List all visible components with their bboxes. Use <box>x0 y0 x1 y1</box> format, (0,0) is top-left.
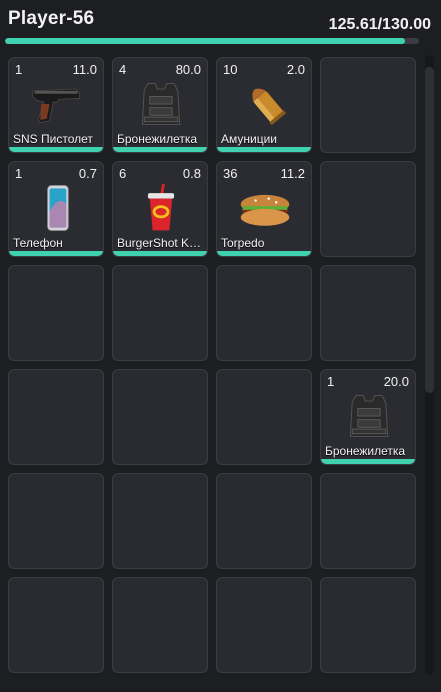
scrollbar-thumb[interactable] <box>425 67 434 393</box>
item-label: BurgerShot K… <box>117 236 202 250</box>
inventory-slot-empty[interactable] <box>216 265 312 361</box>
item-label: SNS Пистолет <box>13 132 93 146</box>
item-label: Телефон <box>13 236 63 250</box>
inventory-slot-empty[interactable] <box>112 369 208 465</box>
item-weight: 80.0 <box>175 62 201 77</box>
item-weight: 11.2 <box>280 166 305 181</box>
sandwich-icon <box>237 182 293 234</box>
inventory-slot-item[interactable]: 10 2.0 Амуниции <box>216 57 312 153</box>
item-count: 36 <box>223 166 238 181</box>
item-durability-bar <box>113 251 207 256</box>
inventory-slot-empty[interactable] <box>320 577 416 673</box>
item-count: 6 <box>119 166 127 181</box>
phone-icon <box>29 182 85 234</box>
player-name: Player-56 <box>8 8 95 29</box>
inventory-grid: 1 11.0 SNS Пистолет 4 80.0 Бронежилетка 10 2.0 А… <box>8 57 416 673</box>
item-count: 1 <box>15 166 23 181</box>
inventory-slot-empty[interactable] <box>216 577 312 673</box>
item-label: Амуниции <box>221 132 277 146</box>
inventory-slot-item[interactable]: 1 11.0 SNS Пистолет <box>8 57 104 153</box>
scrollbar[interactable] <box>425 55 434 675</box>
inventory-slot-empty[interactable] <box>112 473 208 569</box>
item-label: Torpedo <box>221 236 265 250</box>
inventory-slot-empty[interactable] <box>8 473 104 569</box>
inventory-panel: Player-56 125.61/130.00 1 11.0 SNS Пистоле… <box>0 0 441 692</box>
inventory-slot-empty[interactable] <box>320 265 416 361</box>
item-durability-bar <box>9 251 103 256</box>
inventory-header: Player-56 125.61/130.00 <box>0 0 441 50</box>
inventory-slot-empty[interactable] <box>8 577 104 673</box>
drink-cup-icon <box>133 182 189 234</box>
item-durability-bar <box>9 147 103 152</box>
item-weight: 2.0 <box>286 62 305 77</box>
inventory-slot-empty[interactable] <box>8 265 104 361</box>
item-durability-bar <box>217 251 311 256</box>
item-durability-bar <box>321 459 415 464</box>
inventory-slot-item[interactable]: 1 0.7 Телефон <box>8 161 104 257</box>
inventory-slot-item[interactable]: 4 80.0 Бронежилетка <box>112 57 208 153</box>
inventory-slot-empty[interactable] <box>320 161 416 257</box>
inventory-slot-empty[interactable] <box>216 369 312 465</box>
item-durability-bar <box>113 147 207 152</box>
item-count: 1 <box>15 62 23 77</box>
weight-bar-fill <box>5 38 405 44</box>
pistol-icon <box>29 78 85 130</box>
item-label: Бронежилетка <box>117 132 198 146</box>
inventory-slot-empty[interactable] <box>112 577 208 673</box>
inventory-slot-item[interactable]: 36 11.2 Torpedo <box>216 161 312 257</box>
inventory-slot-empty[interactable] <box>320 57 416 153</box>
inventory-slot-item[interactable]: 1 20.0 Бронежилетка <box>320 369 416 465</box>
item-label: Бронежилетка <box>325 444 406 458</box>
item-weight: 20.0 <box>383 374 409 389</box>
inventory-slot-empty[interactable] <box>8 369 104 465</box>
body-armor-icon <box>341 390 397 442</box>
item-weight: 0.7 <box>78 166 97 181</box>
body-armor-icon <box>133 78 189 130</box>
ammo-icon <box>237 78 293 130</box>
inventory-slot-item[interactable]: 6 0.8 BurgerShot K… <box>112 161 208 257</box>
inventory-slot-empty[interactable] <box>112 265 208 361</box>
item-weight: 11.0 <box>72 62 97 77</box>
inventory-slot-empty[interactable] <box>320 473 416 569</box>
weight-readout: 125.61/130.00 <box>328 16 431 33</box>
item-count: 1 <box>327 374 335 389</box>
item-durability-bar <box>217 147 311 152</box>
item-weight: 0.8 <box>182 166 201 181</box>
inventory-slot-empty[interactable] <box>216 473 312 569</box>
item-count: 10 <box>223 62 238 77</box>
item-count: 4 <box>119 62 127 77</box>
weight-bar <box>5 38 419 44</box>
